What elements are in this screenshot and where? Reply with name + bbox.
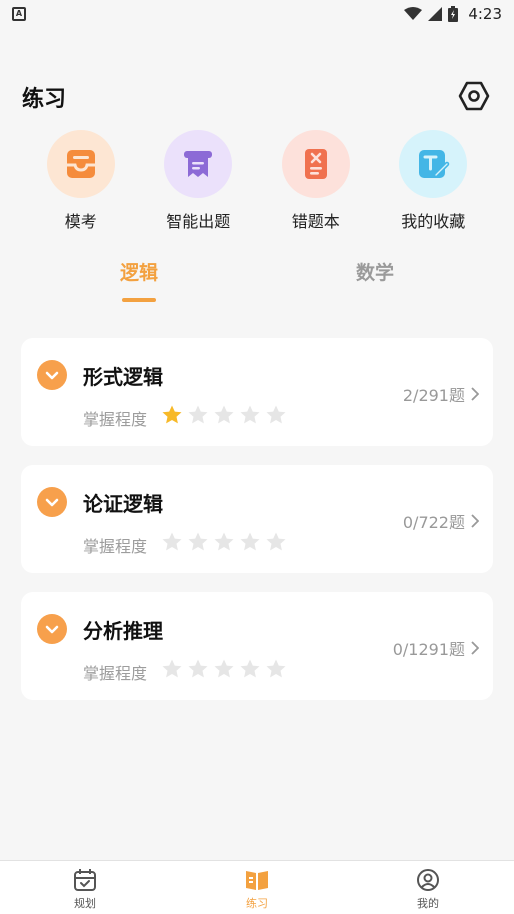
question-progress: 0/722题 (403, 509, 479, 533)
settings-hexagon-icon (458, 81, 490, 111)
category-title: 形式逻辑 (83, 365, 163, 389)
category-card[interactable]: 论证逻辑 掌握程度 0/722题 (21, 465, 493, 573)
star-empty-icon (266, 405, 286, 424)
open-book-icon (246, 871, 268, 890)
shortcut-grid: 模考 智能出题 错题本 我的收藏 (22, 130, 492, 240)
star-empty-icon (266, 532, 286, 551)
edit-text-icon (419, 150, 450, 178)
chevron-down-icon[interactable] (37, 487, 67, 517)
shortcut-label: 我的收藏 (401, 212, 466, 231)
shortcut-label: 智能出题 (166, 212, 231, 231)
category-card[interactable]: 形式逻辑 掌握程度 2/291题 (21, 338, 493, 446)
star-empty-icon (162, 659, 182, 678)
shortcut-favorites[interactable]: 我的收藏 (375, 130, 493, 240)
star-empty-icon (240, 532, 260, 551)
profile-icon (417, 869, 439, 891)
star-empty-icon (214, 405, 234, 424)
shortcut-icon-bg (164, 130, 233, 198)
shortcut-smart-questions[interactable]: 智能出题 (140, 130, 258, 240)
progress-text: 0/1291题 (392, 640, 465, 659)
nav-label: 规划 (74, 897, 96, 910)
bottom-nav: 规划 练习 我的 (0, 860, 514, 914)
shortcut-icon-bg (281, 130, 350, 198)
mastery-stars (161, 404, 287, 426)
calendar-icon (74, 869, 96, 891)
tab-logic[interactable]: 逻辑 (89, 258, 189, 285)
mastery-stars (161, 658, 287, 680)
subject-tabs: 逻辑 数学 (0, 258, 514, 308)
battery-icon (448, 6, 459, 22)
star-empty-icon (266, 659, 286, 678)
mastery-label: 掌握程度 (83, 664, 148, 683)
status-bar: A 4:23 (0, 0, 514, 28)
chevron-right-icon (471, 641, 479, 655)
category-title: 论证逻辑 (83, 492, 163, 516)
nav-label: 我的 (417, 897, 439, 910)
star-empty-icon (214, 659, 234, 678)
shortcut-label: 模考 (64, 212, 97, 231)
chevron-down-icon[interactable] (37, 360, 67, 390)
page-title: 练习 (22, 87, 67, 112)
shortcut-label: 错题本 (291, 212, 340, 231)
star-empty-icon (240, 405, 260, 424)
category-title: 分析推理 (83, 619, 163, 643)
progress-text: 0/722题 (402, 513, 465, 532)
question-progress: 0/1291题 (393, 636, 479, 660)
star-empty-icon (214, 532, 234, 551)
shortcut-mock-exam[interactable]: 模考 (22, 130, 140, 240)
signal-icon (428, 7, 443, 21)
inbox-tray-icon (66, 150, 95, 178)
wifi-icon (404, 7, 423, 20)
page-header: 练习 (22, 80, 492, 114)
star-empty-icon (188, 405, 208, 424)
mastery-label: 掌握程度 (83, 410, 148, 429)
category-card[interactable]: 分析推理 掌握程度 0/1291题 (21, 592, 493, 700)
mastery-stars (161, 531, 287, 553)
settings-button[interactable] (456, 78, 492, 114)
star-empty-icon (162, 532, 182, 551)
status-time: 4:23 (468, 5, 502, 23)
mastery-label: 掌握程度 (83, 537, 148, 556)
star-empty-icon (188, 532, 208, 551)
shortcut-icon-bg (46, 130, 115, 198)
nav-item-practice[interactable]: 练习 (217, 867, 297, 911)
chevron-right-icon (471, 387, 479, 401)
scroll-icon (184, 151, 213, 177)
progress-text: 2/291题 (402, 386, 465, 405)
star-empty-icon (188, 659, 208, 678)
tab-active-indicator (122, 298, 156, 302)
nav-label: 练习 (246, 897, 268, 910)
error-notebook-icon (304, 149, 327, 179)
shortcut-icon-bg (399, 130, 468, 198)
shortcut-error-book[interactable]: 错题本 (257, 130, 375, 240)
question-progress: 2/291题 (403, 382, 479, 406)
nav-item-profile[interactable]: 我的 (388, 867, 468, 911)
chevron-right-icon (471, 514, 479, 528)
star-filled-icon (162, 405, 182, 424)
chevron-down-icon[interactable] (37, 614, 67, 644)
app-notification-icon: A (12, 7, 26, 21)
star-empty-icon (240, 659, 260, 678)
tab-math[interactable]: 数学 (325, 258, 425, 285)
nav-item-plan[interactable]: 规划 (45, 867, 125, 911)
